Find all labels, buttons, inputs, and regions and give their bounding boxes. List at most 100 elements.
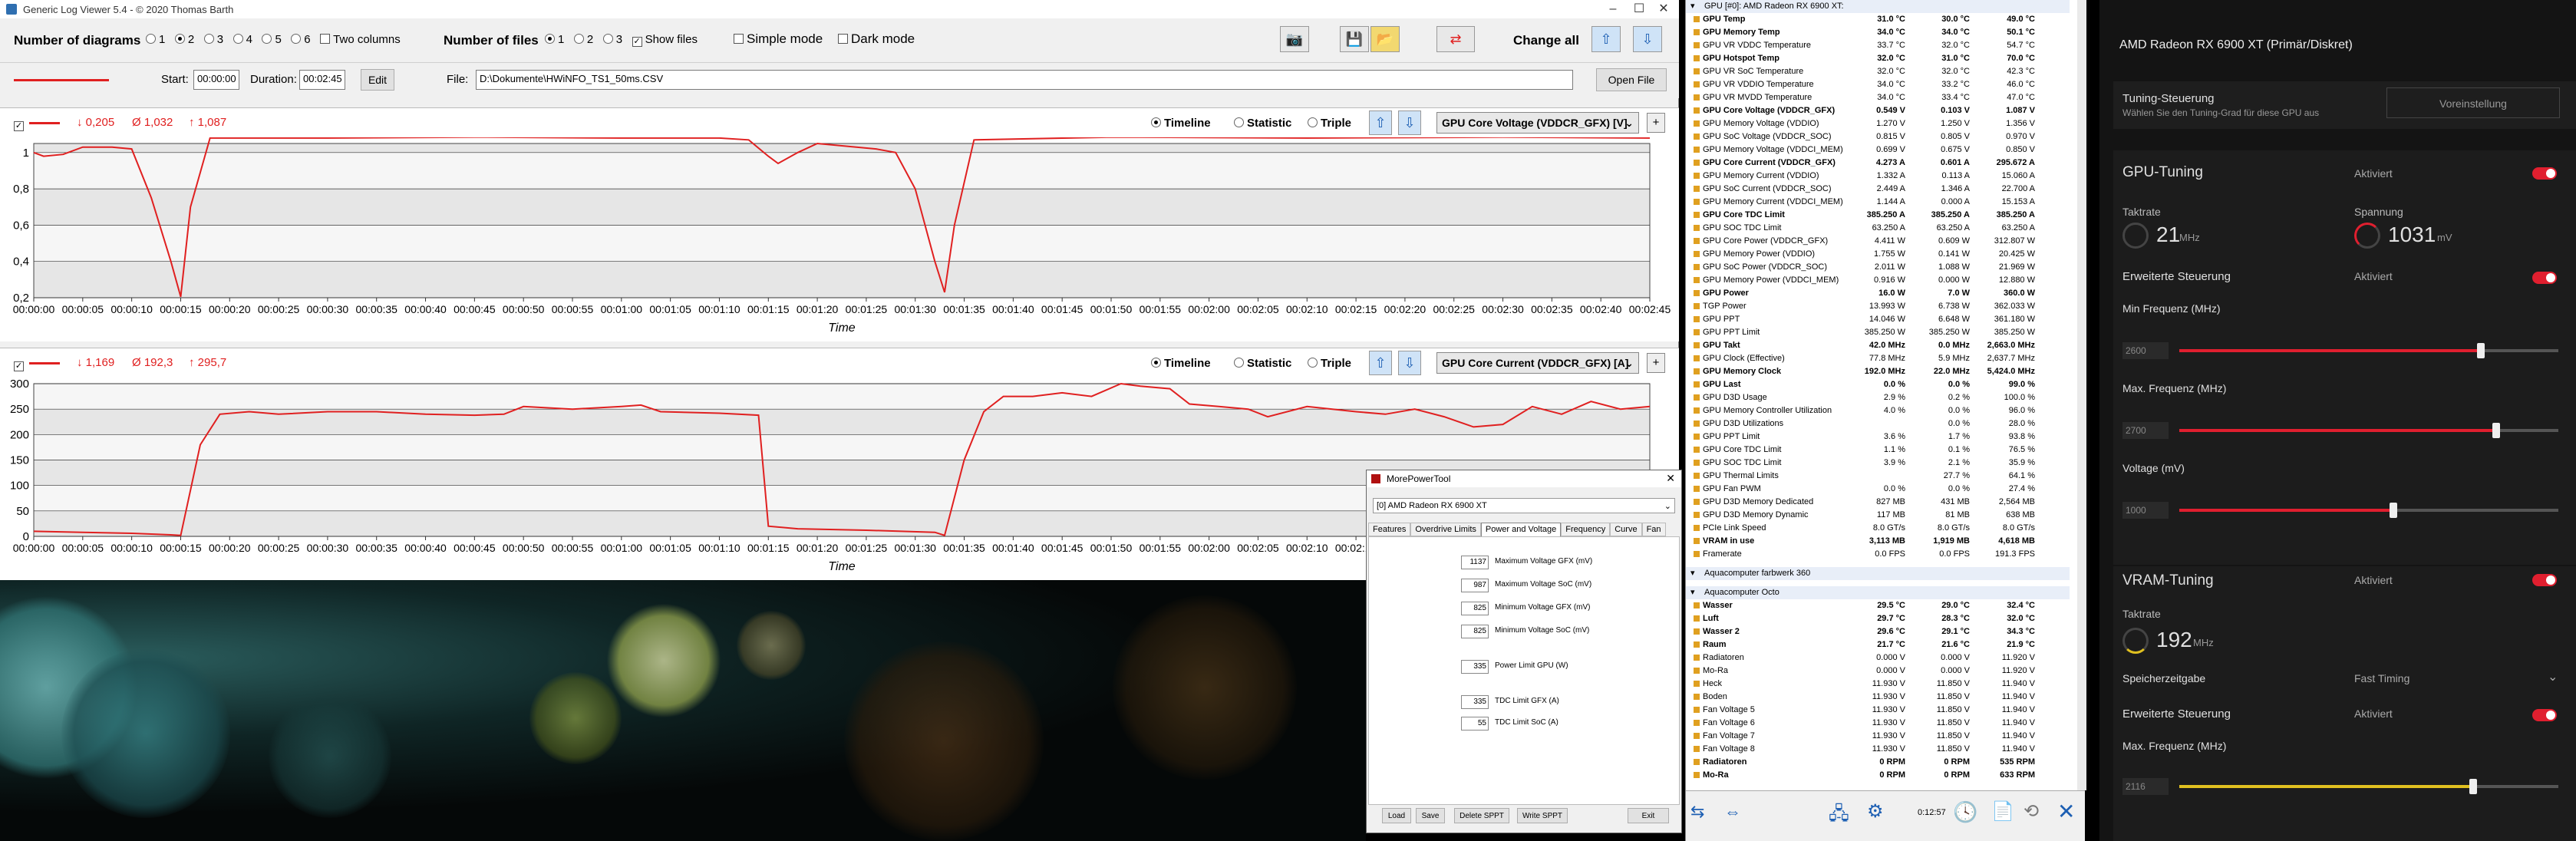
camera-icon[interactable]: 📷	[1280, 26, 1309, 52]
chart2-arrow-up-icon[interactable]: ⇧	[1369, 351, 1392, 375]
mpt-input[interactable]: 1137	[1461, 556, 1489, 569]
arrow-down-icon[interactable]: ⇩	[1633, 26, 1662, 52]
hwinfo-sensor-row[interactable]: GPU Takt 42.0 MHz 0.0 MHz 2,663.0 MHz	[1686, 339, 2070, 352]
preset-button[interactable]: Voreinstellung	[2386, 87, 2560, 118]
hwinfo-sensor-row[interactable]: GPU Core TDC Limit 1.1 % 0.1 % 76.5 %	[1686, 444, 2070, 457]
hwinfo-sensor-row[interactable]: Heck 11.930 V 11.850 V 11.940 V	[1686, 678, 2070, 691]
min-freq-slider[interactable]	[2179, 343, 2558, 358]
hwinfo-sensor-row[interactable]: Boden 11.930 V 11.850 V 11.940 V	[1686, 691, 2070, 704]
min-freq-input[interactable]: 2600	[2122, 342, 2169, 359]
diagram-radio-5[interactable]: 5	[262, 33, 282, 46]
diagram-radio-1[interactable]: 1	[146, 33, 165, 46]
hwinfo-sensor-row[interactable]: Mo-Ra 0.000 V 0.000 V 11.920 V	[1686, 665, 2070, 678]
dark-mode-checkbox[interactable]: Dark mode	[838, 31, 915, 47]
files-radio-3[interactable]: 3	[602, 33, 622, 46]
hwinfo-sensor-row[interactable]: Fan Voltage 8 11.930 V 11.850 V 11.940 V	[1686, 743, 2070, 756]
mpt-gpu-select[interactable]: [0] AMD Radeon RX 6900 XT ⌄	[1373, 498, 1675, 513]
mpt-input[interactable]: 335	[1461, 660, 1489, 674]
clock-icon[interactable]: 🕓	[1953, 800, 1977, 824]
hwinfo-sensor-row[interactable]: Radiatoren 0.000 V 0.000 V 11.920 V	[1686, 651, 2070, 665]
hwinfo-scrollbar[interactable]	[2077, 0, 2086, 790]
folder-icon[interactable]: 📂	[1370, 26, 1400, 52]
hwinfo-sensor-row[interactable]: GPU Core Power (VDDCR_GFX) 4.411 W 0.609 W…	[1686, 235, 2070, 248]
hwinfo-sensor-row[interactable]: GPU Power 16.0 W 7.0 W 360.0 W	[1686, 287, 2070, 300]
hwinfo-sensor-row[interactable]: VRAM in use 3,113 MB 1,919 MB 4,618 MB	[1686, 535, 2070, 548]
hwinfo-sensor-row[interactable]: GPU Memory Voltage (VDDCI_MEM) 0.699 V 0.6…	[1686, 143, 2070, 157]
close-icon[interactable]: ✕	[2057, 799, 2075, 824]
two-columns-checkbox[interactable]: Two columns	[320, 33, 401, 46]
hwinfo-sensor-row[interactable]: GPU SOC TDC Limit 3.9 % 2.1 % 35.9 %	[1686, 457, 2070, 470]
hwinfo-sensor-row[interactable]: GPU Thermal Limits 27.7 % 64.1 %	[1686, 470, 2070, 483]
mpt-save-button[interactable]: Save	[1416, 808, 1445, 823]
simple-mode-checkbox[interactable]: Simple mode	[734, 31, 823, 47]
gpu-tuning-toggle[interactable]	[2532, 167, 2557, 180]
hwinfo-sensor-row[interactable]: TGP Power 13.993 W 6.738 W 362.033 W	[1686, 300, 2070, 313]
hwinfo-sensor-row[interactable]: PCIe Link Speed 8.0 GT/s 8.0 GT/s 8.0 GT/s	[1686, 522, 2070, 535]
chart2-add-button[interactable]: +	[1647, 353, 1665, 373]
hwinfo-sensor-row[interactable]: GPU Memory Clock 192.0 MHz 22.0 MHz 5,424.0…	[1686, 365, 2070, 378]
hwinfo-sensor-row[interactable]: GPU PPT Limit 385.250 W 385.250 W 385.250 W	[1686, 326, 2070, 339]
chart2-sensor-dropdown[interactable]: GPU Core Current (VDDCR_GFX) [A] ⌄	[1436, 352, 1639, 374]
swap-icon[interactable]: ⇄	[1436, 26, 1475, 52]
hwinfo-sensor-row[interactable]: GPU SOC TDC Limit 63.250 A 63.250 A 63.250 …	[1686, 222, 2070, 235]
diagram-radio-3[interactable]: 3	[203, 33, 223, 46]
hwinfo-sensor-row[interactable]: Fan Voltage 7 11.930 V 11.850 V 11.940 V	[1686, 730, 2070, 743]
mpt-input[interactable]: 987	[1461, 579, 1489, 592]
voltage-slider[interactable]	[2179, 503, 2558, 518]
mpt-tab-power-voltage[interactable]: Power and Voltage	[1480, 523, 1562, 536]
hwinfo-sensor-row[interactable]: GPU Memory Temp 34.0 °C 34.0 °C 50.1 °C	[1686, 26, 2070, 39]
chevron-down-icon[interactable]: ▾	[1690, 1, 1695, 11]
hwinfo-sensor-row[interactable]: Fan Voltage 5 11.930 V 11.850 V 11.940 V	[1686, 704, 2070, 717]
hwinfo-section-header[interactable]: Aquacomputer farbwerk 360 ▾	[1686, 567, 2070, 580]
hwinfo-sensor-row[interactable]: Luft 29.7 °C 28.3 °C 32.0 °C	[1686, 612, 2070, 625]
edit-button[interactable]: Edit	[361, 69, 394, 91]
diagram-radio-4[interactable]: 4	[233, 33, 252, 46]
chart1-add-button[interactable]: +	[1647, 113, 1665, 133]
start-input[interactable]: 00:00:00	[193, 70, 239, 90]
chart1-mode-triple[interactable]: Triple	[1308, 117, 1351, 130]
hwinfo-sensor-row[interactable]: GPU SoC Current (VDDCR_SOC) 2.449 A 1.346 …	[1686, 183, 2070, 196]
chart2-arrow-down-icon[interactable]: ⇩	[1398, 351, 1421, 375]
reset-icon[interactable]: ⟲	[2024, 800, 2039, 823]
save-icon[interactable]: 💾	[1340, 26, 1369, 52]
hwinfo-sensor-row[interactable]: GPU Core Voltage (VDDCR_GFX) 0.549 V 0.103…	[1686, 104, 2070, 117]
hwinfo-sensor-row[interactable]: GPU Memory Power (VDDCI_MEM) 0.916 W 0.000…	[1686, 274, 2070, 287]
max-freq-slider[interactable]	[2179, 423, 2558, 438]
hwinfo-sensor-row[interactable]: GPU Memory Controller Utilization 4.0 % 0.…	[1686, 404, 2070, 417]
chevron-down-icon[interactable]: ▾	[1690, 568, 1695, 578]
hwinfo-sensor-row[interactable]: GPU VR VDDC Temperature 33.7 °C 32.0 °C 54.…	[1686, 39, 2070, 52]
hwinfo-sensor-row[interactable]: Wasser 29.5 °C 29.0 °C 32.4 °C	[1686, 599, 2070, 612]
files-radio-2[interactable]: 2	[573, 33, 593, 46]
hwinfo-sensor-row[interactable]: Radiatoren 0 RPM 0 RPM 535 RPM	[1686, 756, 2070, 769]
nav-left-right-icon[interactable]: ⇆	[1690, 802, 1704, 822]
vram-advanced-toggle[interactable]	[2532, 709, 2557, 721]
mpt-input[interactable]: 335	[1461, 695, 1489, 709]
hwinfo-sensor-row[interactable]: Mo-Ra 0 RPM 0 RPM 633 RPM	[1686, 769, 2070, 782]
files-radio-1[interactable]: 1	[545, 33, 564, 46]
chart1-arrow-down-icon[interactable]: ⇩	[1398, 110, 1421, 135]
duration-input[interactable]: 00:02:45	[299, 70, 345, 90]
mpt-load-button[interactable]: Load	[1382, 808, 1411, 823]
chart1-arrow-up-icon[interactable]: ⇧	[1369, 110, 1392, 135]
close-button[interactable]: ✕	[1647, 0, 1681, 18]
hwinfo-sensor-row[interactable]: GPU Fan PWM 0.0 % 0.0 % 27.4 %	[1686, 483, 2070, 496]
hwinfo-sensor-row[interactable]: GPU VR MVDD Temperature 34.0 °C 33.4 °C 47.…	[1686, 91, 2070, 104]
vram-max-freq-input[interactable]: 2116	[2122, 778, 2169, 795]
hwinfo-sensor-row[interactable]: GPU D3D Usage 2.9 % 0.2 % 100.0 %	[1686, 391, 2070, 404]
chart1-sensor-dropdown[interactable]: GPU Core Voltage (VDDCR_GFX) [V] ⌄	[1436, 112, 1639, 134]
chart2-visible-checkbox[interactable]: ✓	[14, 361, 24, 371]
chart1-visible-checkbox[interactable]: ✓	[14, 121, 24, 131]
diagram-radio-6[interactable]: 6	[291, 33, 311, 46]
hwinfo-sensor-row[interactable]: GPU SoC Power (VDDCR_SOC) 2.011 W 1.088 W 2…	[1686, 261, 2070, 274]
open-file-button[interactable]: Open File	[1596, 68, 1667, 91]
hwinfo-sensor-row[interactable]: GPU D3D Memory Dedicated 827 MB 431 MB 2,56…	[1686, 496, 2070, 509]
show-files-checkbox[interactable]: ✓ Show files	[632, 33, 698, 47]
max-freq-input[interactable]: 2700	[2122, 422, 2169, 439]
report-icon[interactable]: 📄	[1991, 800, 2014, 823]
mpt-tab-overdrive[interactable]: Overdrive Limits	[1410, 523, 1481, 536]
mpt-tab-frequency[interactable]: Frequency	[1561, 523, 1611, 536]
hwinfo-sensor-row[interactable]: GPU Last 0.0 % 0.0 % 99.0 %	[1686, 378, 2070, 391]
mem-timing-dropdown[interactable]: Fast Timing	[2354, 672, 2409, 684]
mpt-tab-curve[interactable]: Curve	[1610, 523, 1642, 536]
hwinfo-sensor-row[interactable]: Wasser 2 29.6 °C 29.1 °C 34.3 °C	[1686, 625, 2070, 638]
